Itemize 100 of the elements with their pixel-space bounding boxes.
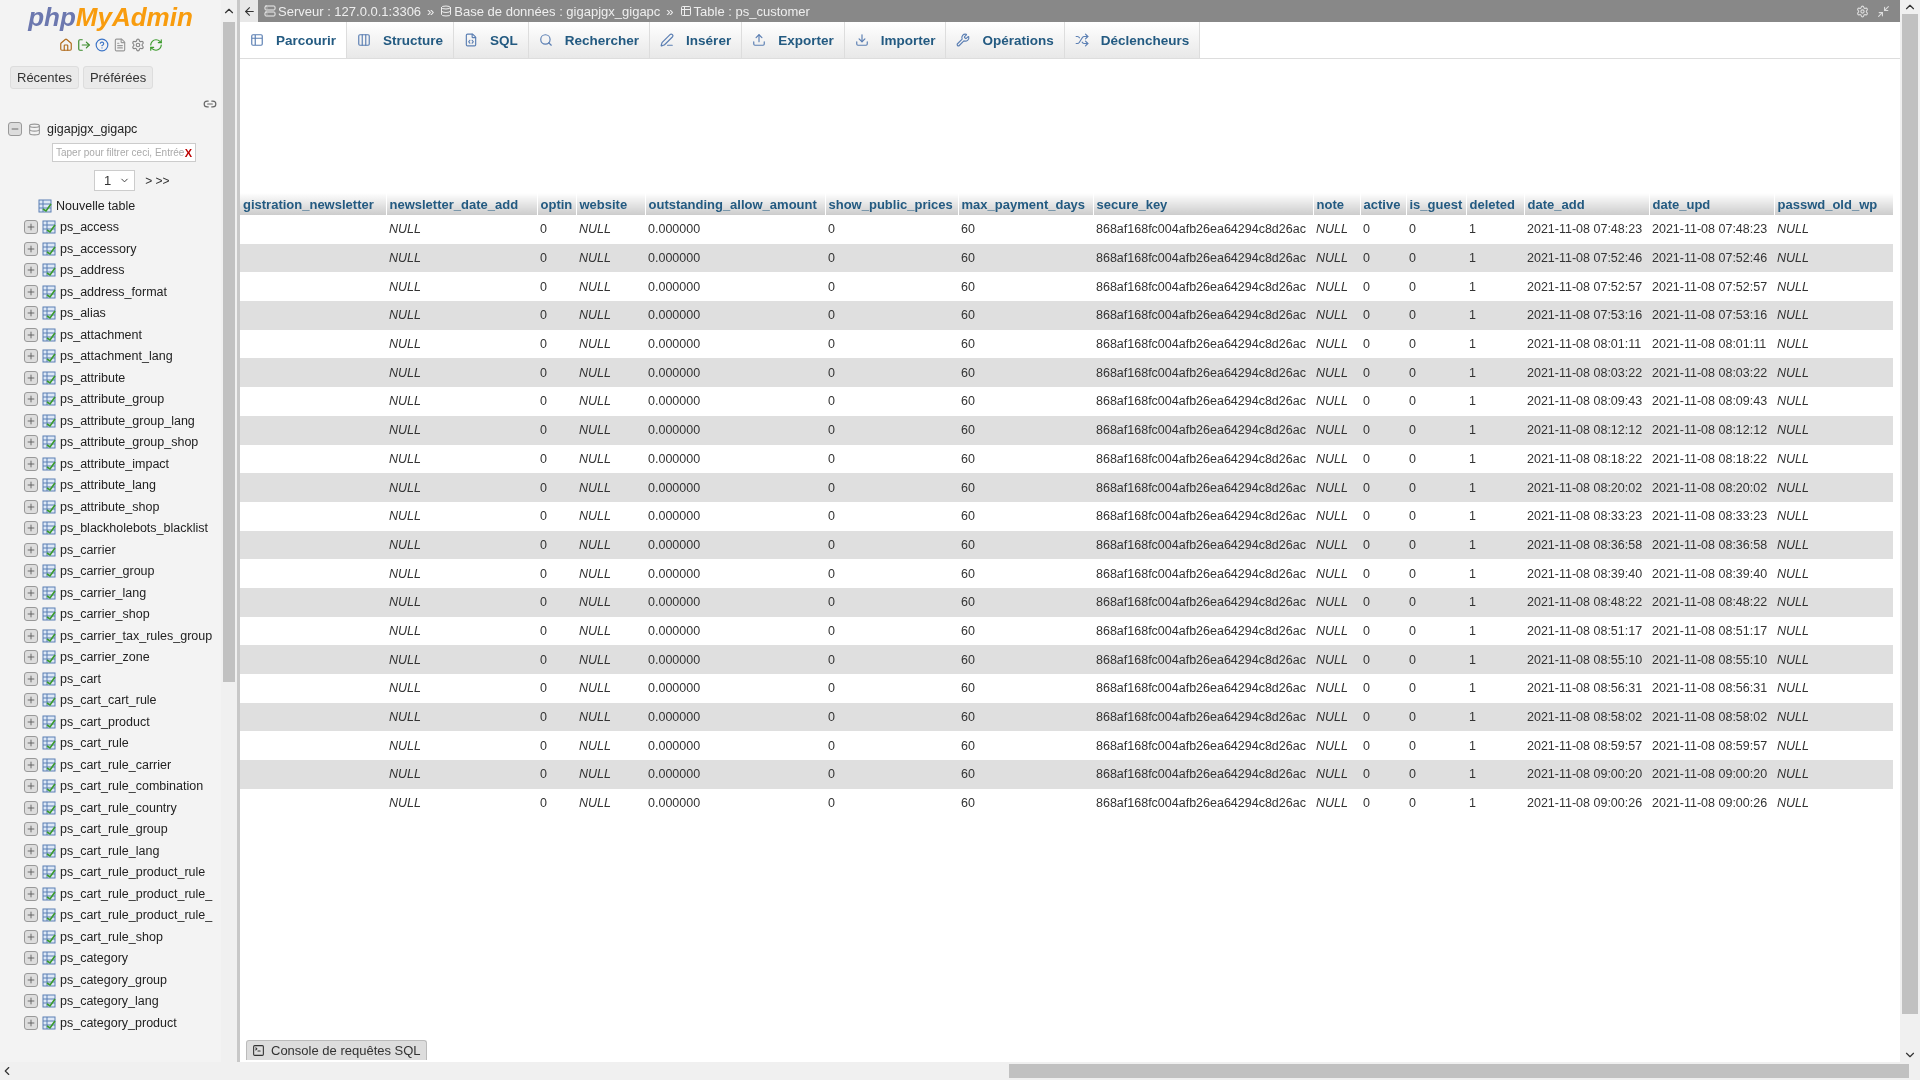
table-name[interactable]: ps_attribute_group_shop (60, 435, 199, 450)
table-name[interactable]: ps_carrier_tax_rules_group (60, 628, 213, 643)
expand-toggle[interactable] (24, 951, 38, 966)
table-name[interactable]: ps_carrier_lang (60, 585, 147, 600)
expand-toggle[interactable] (24, 822, 38, 837)
table-name[interactable]: ps_category_lang (60, 994, 159, 1009)
settings-icon[interactable] (130, 38, 145, 52)
column-header[interactable]: show_public_prices (825, 193, 958, 215)
table-name[interactable]: ps_blackholebots_blacklist (60, 521, 208, 536)
expand-toggle[interactable] (24, 241, 38, 256)
sql-console-tab[interactable]: Console de requêtes SQL (246, 1040, 427, 1060)
new-table-link[interactable]: Nouvelle table (56, 198, 136, 213)
expand-toggle[interactable] (24, 757, 38, 772)
expand-toggle[interactable] (24, 370, 38, 385)
filter-field[interactable]: Taper pour filtrer ceci, EntréeX (52, 143, 196, 162)
clear-filter-button[interactable]: X (184, 146, 192, 159)
table-name[interactable]: ps_category_group (60, 972, 168, 987)
table-name[interactable]: ps_category_product (60, 1015, 177, 1030)
table-name[interactable]: ps_carrier_zone (60, 650, 150, 665)
table-name[interactable]: ps_cart_product (60, 714, 150, 729)
table-name[interactable]: ps_cart (60, 671, 101, 686)
expand-toggle[interactable] (24, 800, 38, 815)
column-header[interactable]: optin (537, 193, 576, 215)
expand-toggle[interactable] (24, 693, 38, 708)
table-name[interactable]: ps_cart_rule_combination (60, 779, 204, 794)
expand-toggle[interactable] (24, 607, 38, 622)
expand-toggle[interactable] (24, 456, 38, 471)
scrollbar-thumb[interactable] (223, 22, 235, 682)
scrollbar-thumb[interactable] (1902, 14, 1918, 1014)
table-name[interactable]: ps_carrier (60, 542, 116, 557)
database-name[interactable]: gigapjgx_gigapc (47, 122, 138, 136)
expand-toggle[interactable] (24, 220, 38, 235)
table-name[interactable]: ps_address_format (60, 284, 167, 299)
column-header[interactable]: date_add (1524, 193, 1649, 215)
column-header[interactable]: passwd_old_wp (1774, 193, 1893, 215)
expand-toggle[interactable] (24, 263, 38, 278)
tab[interactable]: Importer (844, 22, 947, 58)
table-name[interactable]: ps_attachment (60, 327, 142, 342)
table-name[interactable]: ps_attribute_shop (60, 499, 160, 514)
expand-toggle[interactable] (24, 972, 38, 987)
sidebar-button[interactable]: Récentes (10, 66, 79, 89)
home-icon[interactable] (58, 38, 73, 52)
expand-toggle[interactable] (24, 671, 38, 686)
tab[interactable]: Structure (347, 22, 455, 58)
tab[interactable]: Insérer (650, 22, 743, 58)
table-name[interactable]: ps_attribute_group (60, 392, 165, 407)
column-header[interactable]: max_payment_days (958, 193, 1093, 215)
expand-toggle[interactable] (24, 499, 38, 514)
column-header[interactable]: website (576, 193, 645, 215)
next-page-link[interactable]: > >> (145, 173, 170, 188)
back-button[interactable] (240, 0, 258, 22)
table-name[interactable]: ps_carrier_group (60, 564, 155, 579)
table-name[interactable]: ps_address (60, 263, 125, 278)
expand-toggle[interactable] (24, 843, 38, 858)
expand-toggle[interactable] (24, 886, 38, 901)
column-header[interactable]: is_guest (1406, 193, 1466, 215)
table-name[interactable]: ps_category (60, 951, 129, 966)
column-header[interactable]: secure_key (1093, 193, 1313, 215)
table-name[interactable]: ps_attachment_lang (60, 349, 173, 364)
expand-toggle[interactable] (24, 306, 38, 321)
expand-toggle[interactable] (24, 478, 38, 493)
expand-toggle[interactable] (24, 779, 38, 794)
table-name[interactable]: ps_cart_rule_product_rule_ (60, 908, 213, 923)
expand-toggle[interactable] (24, 542, 38, 557)
table-name[interactable]: ps_alias (60, 306, 106, 321)
expand-toggle[interactable] (24, 435, 38, 450)
column-header[interactable]: active (1360, 193, 1406, 215)
expand-toggle[interactable] (24, 521, 38, 536)
table-name[interactable]: ps_cart_cart_rule (60, 693, 157, 708)
table-name[interactable]: ps_attribute_lang (60, 478, 156, 493)
expand-toggle[interactable] (24, 413, 38, 428)
expand-toggle[interactable] (24, 736, 38, 751)
expand-toggle[interactable] (24, 929, 38, 944)
table-name[interactable]: ps_cart_rule_product_rule (60, 865, 206, 880)
tab[interactable]: Rechercher (528, 22, 651, 58)
page-select[interactable]: 1 (94, 170, 136, 191)
expand-toggle[interactable] (24, 650, 38, 665)
table-name[interactable]: ps_cart_rule_shop (60, 929, 163, 944)
collapse-toggle[interactable] (8, 122, 22, 136)
expand-toggle[interactable] (24, 994, 38, 1009)
table-name[interactable]: ps_cart_rule (60, 736, 129, 751)
table-name[interactable]: ps_accessory (60, 241, 137, 256)
expand-toggle[interactable] (24, 714, 38, 729)
column-header[interactable]: deleted (1466, 193, 1524, 215)
help-icon[interactable] (94, 38, 109, 52)
column-header[interactable]: outstanding_allow_amount (645, 193, 825, 215)
reload-icon[interactable] (148, 38, 163, 52)
expand-toggle[interactable] (24, 327, 38, 342)
table-name[interactable]: ps_cart_rule_carrier (60, 757, 172, 772)
sidebar-button[interactable]: Préférées (82, 66, 154, 89)
table-name[interactable]: ps_attribute_impact (60, 456, 170, 471)
tab[interactable]: Exporter (742, 22, 845, 58)
expand-toggle[interactable] (24, 392, 38, 407)
table-name[interactable]: ps_cart_rule_lang (60, 843, 160, 858)
expand-toggle[interactable] (24, 564, 38, 579)
tab[interactable]: Opérations (946, 22, 1065, 58)
link-icon[interactable] (203, 97, 217, 111)
tab[interactable]: SQL (454, 22, 529, 58)
table-name[interactable]: ps_cart_rule_group (60, 822, 168, 837)
table-name[interactable]: ps_cart_rule_country (60, 800, 177, 815)
